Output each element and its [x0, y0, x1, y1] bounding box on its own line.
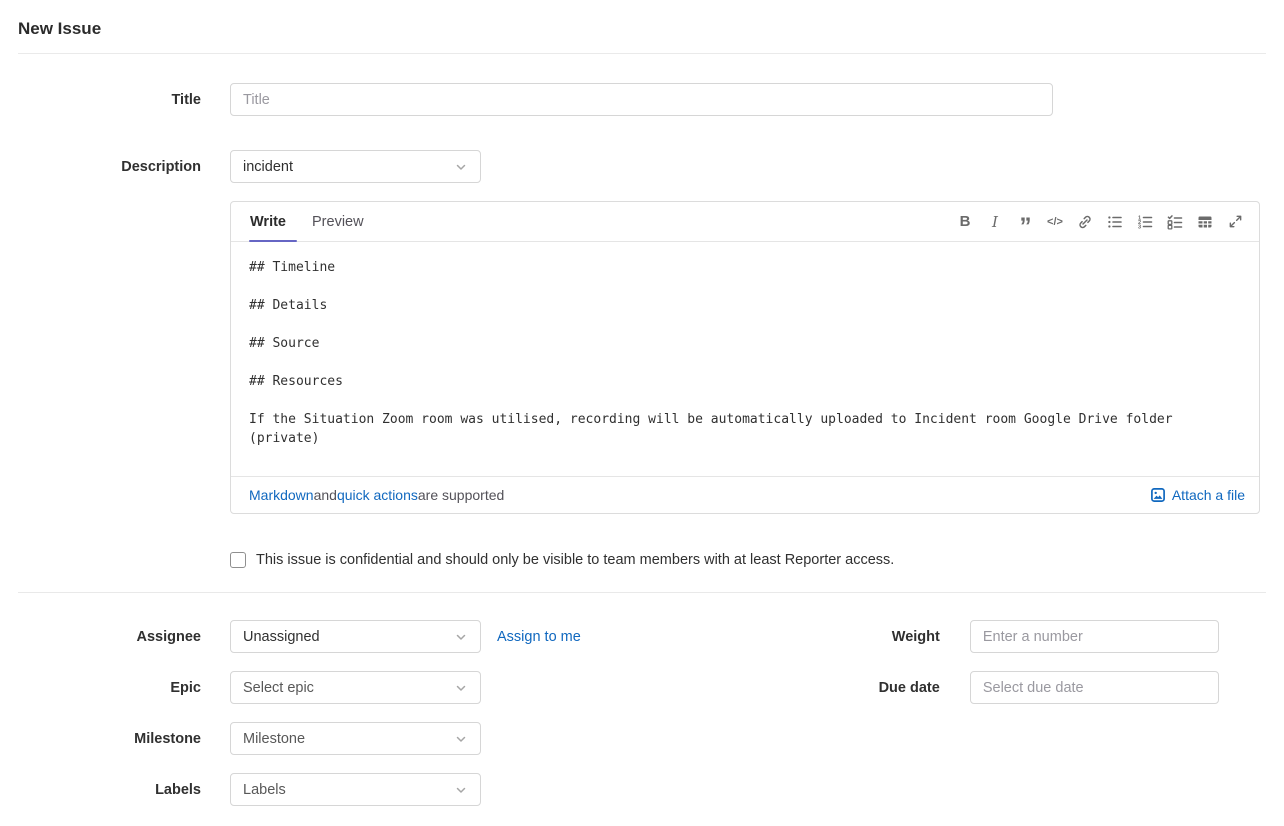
milestone-row: Milestone Milestone: [18, 722, 581, 755]
due-date-label: Due date: [772, 680, 940, 696]
epic-value: Select epic: [243, 680, 454, 696]
code-icon[interactable]: </>: [1047, 211, 1063, 233]
due-date-row: Due date: [772, 671, 1219, 704]
metadata-left-column: Assignee Unassigned Assign to me Epic Se…: [18, 620, 581, 824]
chevron-down-icon: [454, 783, 468, 797]
tab-write[interactable]: Write: [249, 202, 287, 241]
new-issue-page: New Issue Title Description incident Wri…: [0, 0, 1284, 824]
table-icon[interactable]: [1197, 211, 1213, 233]
template-select-value: incident: [243, 159, 454, 175]
numbered-list-icon[interactable]: 123: [1137, 211, 1153, 233]
page-title: New Issue: [18, 19, 1266, 39]
task-list-icon[interactable]: [1167, 211, 1183, 233]
image-attachment-icon: [1150, 487, 1166, 503]
epic-label: Epic: [18, 680, 201, 696]
weight-input[interactable]: [970, 620, 1219, 653]
section-divider: [18, 592, 1266, 593]
bold-icon[interactable]: B: [957, 211, 973, 233]
page-header: New Issue: [18, 0, 1266, 54]
milestone-label: Milestone: [18, 731, 201, 747]
chevron-down-icon: [454, 732, 468, 746]
labels-value: Labels: [243, 782, 454, 798]
quote-icon[interactable]: ”: [1017, 211, 1033, 233]
title-row: Title: [18, 83, 1266, 116]
confidential-checkbox[interactable]: [230, 552, 246, 568]
quick-actions-link[interactable]: quick actions: [337, 487, 418, 503]
epic-row: Epic Select epic: [18, 671, 581, 704]
chevron-down-icon: [454, 681, 468, 695]
italic-icon[interactable]: I: [987, 211, 1003, 233]
description-template-select[interactable]: incident: [230, 150, 481, 183]
assignee-value: Unassigned: [243, 629, 454, 645]
labels-select[interactable]: Labels: [230, 773, 481, 806]
assignee-select[interactable]: Unassigned: [230, 620, 481, 653]
labels-label: Labels: [18, 782, 201, 798]
editor-toolbar: Write Preview B I ” </> 123: [231, 202, 1259, 242]
confidential-label: This issue is confidential and should on…: [256, 552, 894, 568]
footer-supported-text: are supported: [418, 487, 504, 503]
markdown-editor: Write Preview B I ” </> 123: [230, 201, 1260, 514]
description-textarea[interactable]: ## Timeline ## Details ## Source ## Reso…: [231, 242, 1259, 476]
fullscreen-icon[interactable]: [1227, 211, 1243, 233]
assign-to-me-link[interactable]: Assign to me: [497, 629, 581, 645]
attach-file-button[interactable]: Attach a file: [1150, 487, 1245, 503]
issue-metadata: Assignee Unassigned Assign to me Epic Se…: [18, 620, 1266, 824]
milestone-value: Milestone: [243, 731, 454, 747]
milestone-select[interactable]: Milestone: [230, 722, 481, 755]
title-input[interactable]: [230, 83, 1053, 116]
chevron-down-icon: [454, 160, 468, 174]
attach-file-label: Attach a file: [1172, 487, 1245, 503]
bullet-list-icon[interactable]: [1107, 211, 1123, 233]
weight-label: Weight: [772, 629, 940, 645]
metadata-right-column: Weight Due date: [772, 620, 1219, 722]
markdown-link[interactable]: Markdown: [249, 487, 314, 503]
chevron-down-icon: [454, 630, 468, 644]
footer-and-text: and: [314, 487, 337, 503]
svg-text:3: 3: [1138, 224, 1141, 229]
epic-select[interactable]: Select epic: [230, 671, 481, 704]
tab-preview[interactable]: Preview: [311, 202, 365, 241]
due-date-input[interactable]: [970, 671, 1219, 704]
description-row: Description incident: [18, 150, 1266, 183]
weight-row: Weight: [772, 620, 1219, 653]
assignee-row: Assignee Unassigned Assign to me: [18, 620, 581, 653]
link-icon[interactable]: [1077, 211, 1093, 233]
assignee-label: Assignee: [18, 629, 201, 645]
labels-row: Labels Labels: [18, 773, 581, 806]
editor-row: Write Preview B I ” </> 123: [18, 201, 1266, 514]
editor-footer: Markdown and quick actions are supported…: [231, 476, 1259, 513]
editor-toolbar-icons: B I ” </> 123: [957, 202, 1243, 241]
description-label: Description: [18, 159, 201, 175]
title-label: Title: [18, 92, 201, 108]
confidential-row: This issue is confidential and should on…: [18, 552, 1266, 568]
